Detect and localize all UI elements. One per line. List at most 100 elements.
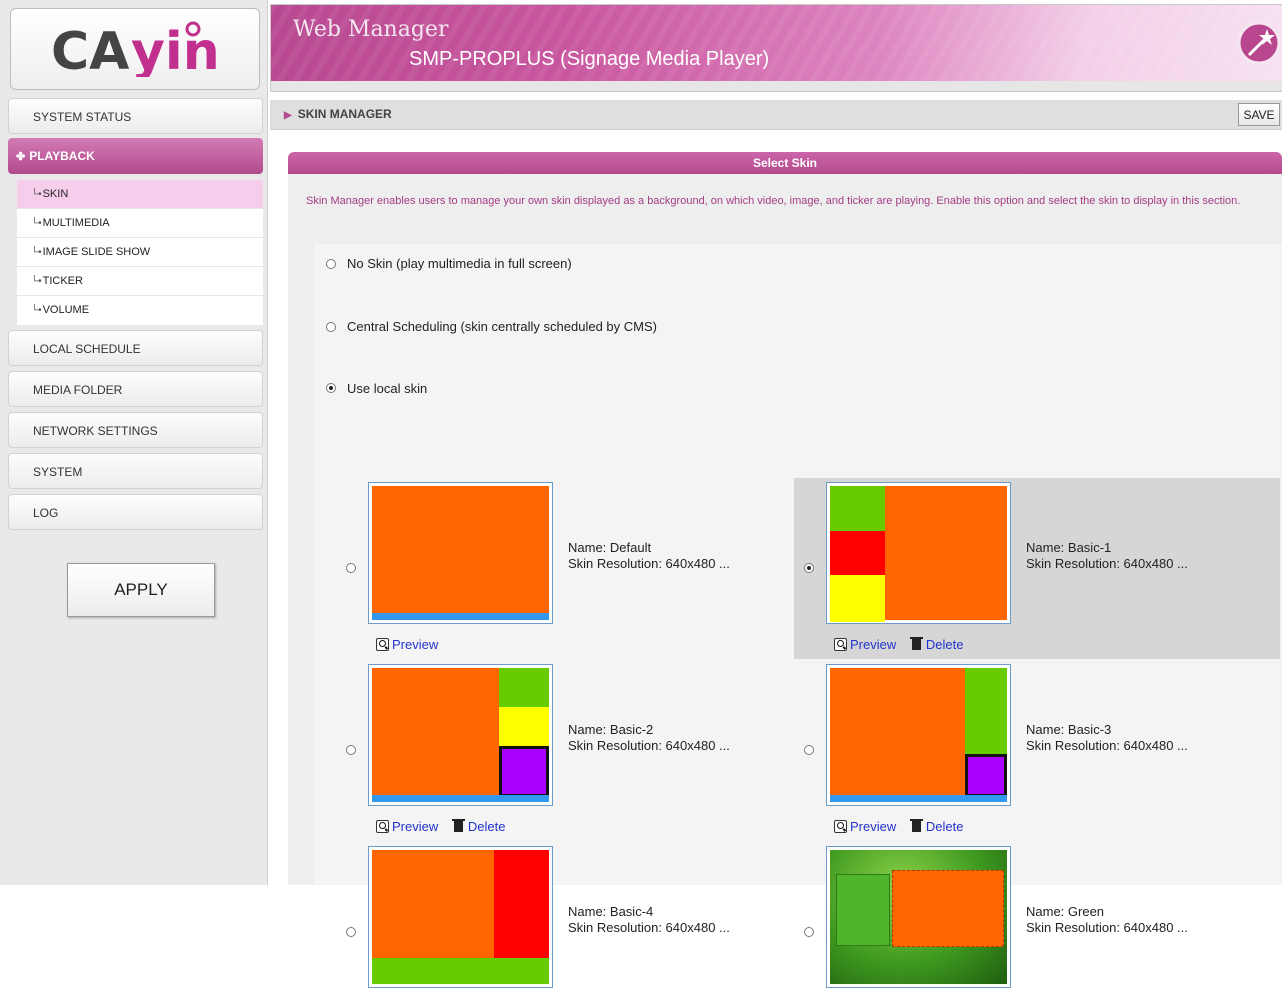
skin-resolution: Skin Resolution: 640x480 ... (568, 556, 730, 571)
save-button[interactable]: SAVE (1238, 103, 1280, 126)
submenu-image-slide-show[interactable]: └•IMAGE SLIDE SHOW (17, 238, 263, 267)
skin-name: Name: Default (568, 540, 652, 555)
delete-label: Delete (925, 819, 964, 834)
skin-thumbnail-basic-1[interactable] (826, 482, 1011, 624)
radio-skin-green[interactable] (804, 927, 814, 937)
skin-resolution: Skin Resolution: 640x480 ... (1026, 920, 1188, 935)
app-title: Web Manager (293, 17, 449, 42)
playback-icon: ✤ (16, 151, 26, 163)
submenu-skin[interactable]: └•SKIN (17, 180, 263, 209)
menu-network-settings[interactable]: NETWORK SETTINGS (8, 412, 263, 448)
radio-skin-basic-3[interactable] (804, 745, 814, 755)
preview-link[interactable]: Preview (834, 637, 896, 652)
tree-arrow-icon: └• (31, 189, 42, 200)
skin-info-basic-1: Name: Basic-1 Skin Resolution: 640x480 .… (1026, 540, 1188, 572)
radio-skin-basic-2[interactable] (346, 745, 356, 755)
svg-text:CA: CA (51, 22, 129, 77)
submenu-ticker[interactable]: └•TICKER (17, 267, 263, 296)
tree-arrow-icon: └• (31, 276, 42, 287)
option-central-label: Central Scheduling (skin centrally sched… (347, 319, 657, 334)
panel-title: Select Skin (288, 152, 1282, 174)
trash-icon (451, 819, 465, 832)
skin-info-basic-2: Name: Basic-2 Skin Resolution: 640x480 .… (568, 722, 730, 754)
radio-skin-basic-4[interactable] (346, 927, 356, 937)
skin-info-basic-4: Name: Basic-4 Skin Resolution: 640x480 .… (568, 904, 730, 936)
submenu-volume-label: VOLUME (42, 304, 90, 316)
tree-arrow-icon: └• (31, 247, 42, 258)
delete-link[interactable]: Delete (442, 819, 505, 834)
menu-playback-label: PLAYBACK (29, 149, 95, 163)
breadcrumb-label: SKIN MANAGER (297, 107, 392, 121)
skin-options: No Skin (play multimedia in full screen)… (314, 244, 1282, 988)
apply-button[interactable]: APPLY (67, 563, 215, 617)
option-local-label: Use local skin (347, 381, 428, 396)
trash-icon (909, 637, 923, 650)
radio-skin-default[interactable] (346, 563, 356, 573)
skin-links-default: Preview (376, 637, 438, 652)
preview-link[interactable]: Preview (834, 819, 896, 834)
preview-label: Preview (392, 819, 439, 834)
tree-arrow-icon: └• (31, 305, 42, 316)
magic-wand-icon[interactable] (1237, 21, 1281, 65)
submenu-image-slide-show-label: IMAGE SLIDE SHOW (42, 246, 151, 258)
preview-link[interactable]: Preview (376, 637, 438, 652)
svg-text:yin: yin (131, 22, 220, 77)
skin-thumbnail-basic-4[interactable] (368, 846, 553, 988)
preview-link[interactable]: Preview (376, 819, 438, 834)
radio-use-local-skin[interactable] (326, 383, 336, 393)
menu-log[interactable]: LOG (8, 494, 263, 530)
submenu-ticker-label: TICKER (42, 275, 83, 287)
delete-link[interactable]: Delete (900, 819, 964, 834)
panel-description: Skin Manager enables users to manage you… (306, 195, 1241, 207)
skin-name: Name: Basic-1 (1026, 540, 1112, 555)
triangle-right-icon: ▶ (284, 110, 292, 121)
playback-submenu: └•SKIN └•MULTIMEDIA └•IMAGE SLIDE SHOW └… (17, 180, 263, 325)
skin-thumbnail-basic-3[interactable] (826, 664, 1011, 806)
breadcrumb-bar: ▶ SKIN MANAGER SAVE (270, 100, 1282, 130)
magnifier-icon (376, 638, 389, 651)
menu-playback[interactable]: ✤ PLAYBACK (8, 138, 263, 174)
submenu-skin-label: SKIN (42, 188, 69, 200)
submenu-volume[interactable]: └•VOLUME (17, 296, 263, 325)
skin-name: Name: Basic-2 (568, 722, 654, 737)
skin-resolution: Skin Resolution: 640x480 ... (568, 920, 730, 935)
delete-link[interactable]: Delete (900, 637, 964, 652)
skin-resolution: Skin Resolution: 640x480 ... (1026, 556, 1188, 571)
cayin-logo-icon: CA yin (51, 21, 220, 77)
magnifier-icon (376, 820, 389, 833)
submenu-multimedia[interactable]: └•MULTIMEDIA (17, 209, 263, 238)
submenu-multimedia-label: MULTIMEDIA (42, 217, 110, 229)
skin-links-basic-2: Preview Delete (376, 819, 505, 834)
skin-name: Name: Basic-4 (568, 904, 654, 919)
skin-thumbnail-basic-2[interactable] (368, 664, 553, 806)
delete-label: Delete (925, 637, 964, 652)
radio-central-scheduling[interactable] (326, 322, 336, 332)
logo: CA yin (10, 8, 260, 90)
header-banner: Web Manager SMP-PROPLUS (Signage Media P… (270, 4, 1282, 92)
select-skin-panel: Skin Manager enables users to manage you… (288, 174, 1282, 988)
skin-info-basic-3: Name: Basic-3 Skin Resolution: 640x480 .… (1026, 722, 1188, 754)
menu-local-schedule[interactable]: LOCAL SCHEDULE (8, 330, 263, 366)
breadcrumb: ▶ SKIN MANAGER (284, 107, 392, 121)
radio-skin-basic-1[interactable] (804, 563, 814, 573)
preview-label: Preview (850, 637, 897, 652)
option-no-skin-label: No Skin (play multimedia in full screen) (347, 256, 572, 271)
skin-links-basic-3: Preview Delete (834, 819, 963, 834)
skin-info-green: Name: Green Skin Resolution: 640x480 ... (1026, 904, 1188, 936)
skin-name: Name: Green (1026, 904, 1105, 919)
device-title: SMP-PROPLUS (Signage Media Player) (409, 48, 770, 70)
skin-thumbnail-default[interactable] (368, 482, 553, 624)
skin-name: Name: Basic-3 (1026, 722, 1112, 737)
skin-thumbnail-green[interactable] (826, 846, 1011, 988)
magnifier-icon (834, 638, 847, 651)
tree-arrow-icon: └• (31, 218, 42, 229)
menu-system-status[interactable]: SYSTEM STATUS (8, 98, 263, 134)
menu-media-folder[interactable]: MEDIA FOLDER (8, 371, 263, 407)
skin-resolution: Skin Resolution: 640x480 ... (568, 738, 730, 753)
magnifier-icon (834, 820, 847, 833)
skin-resolution: Skin Resolution: 640x480 ... (1026, 738, 1188, 753)
trash-icon (909, 819, 923, 832)
menu-system[interactable]: SYSTEM (8, 453, 263, 489)
radio-no-skin[interactable] (326, 259, 336, 269)
sidebar: CA yin SYSTEM STATUS ✤ PLAYBACK └•SKIN └•… (0, 0, 268, 885)
